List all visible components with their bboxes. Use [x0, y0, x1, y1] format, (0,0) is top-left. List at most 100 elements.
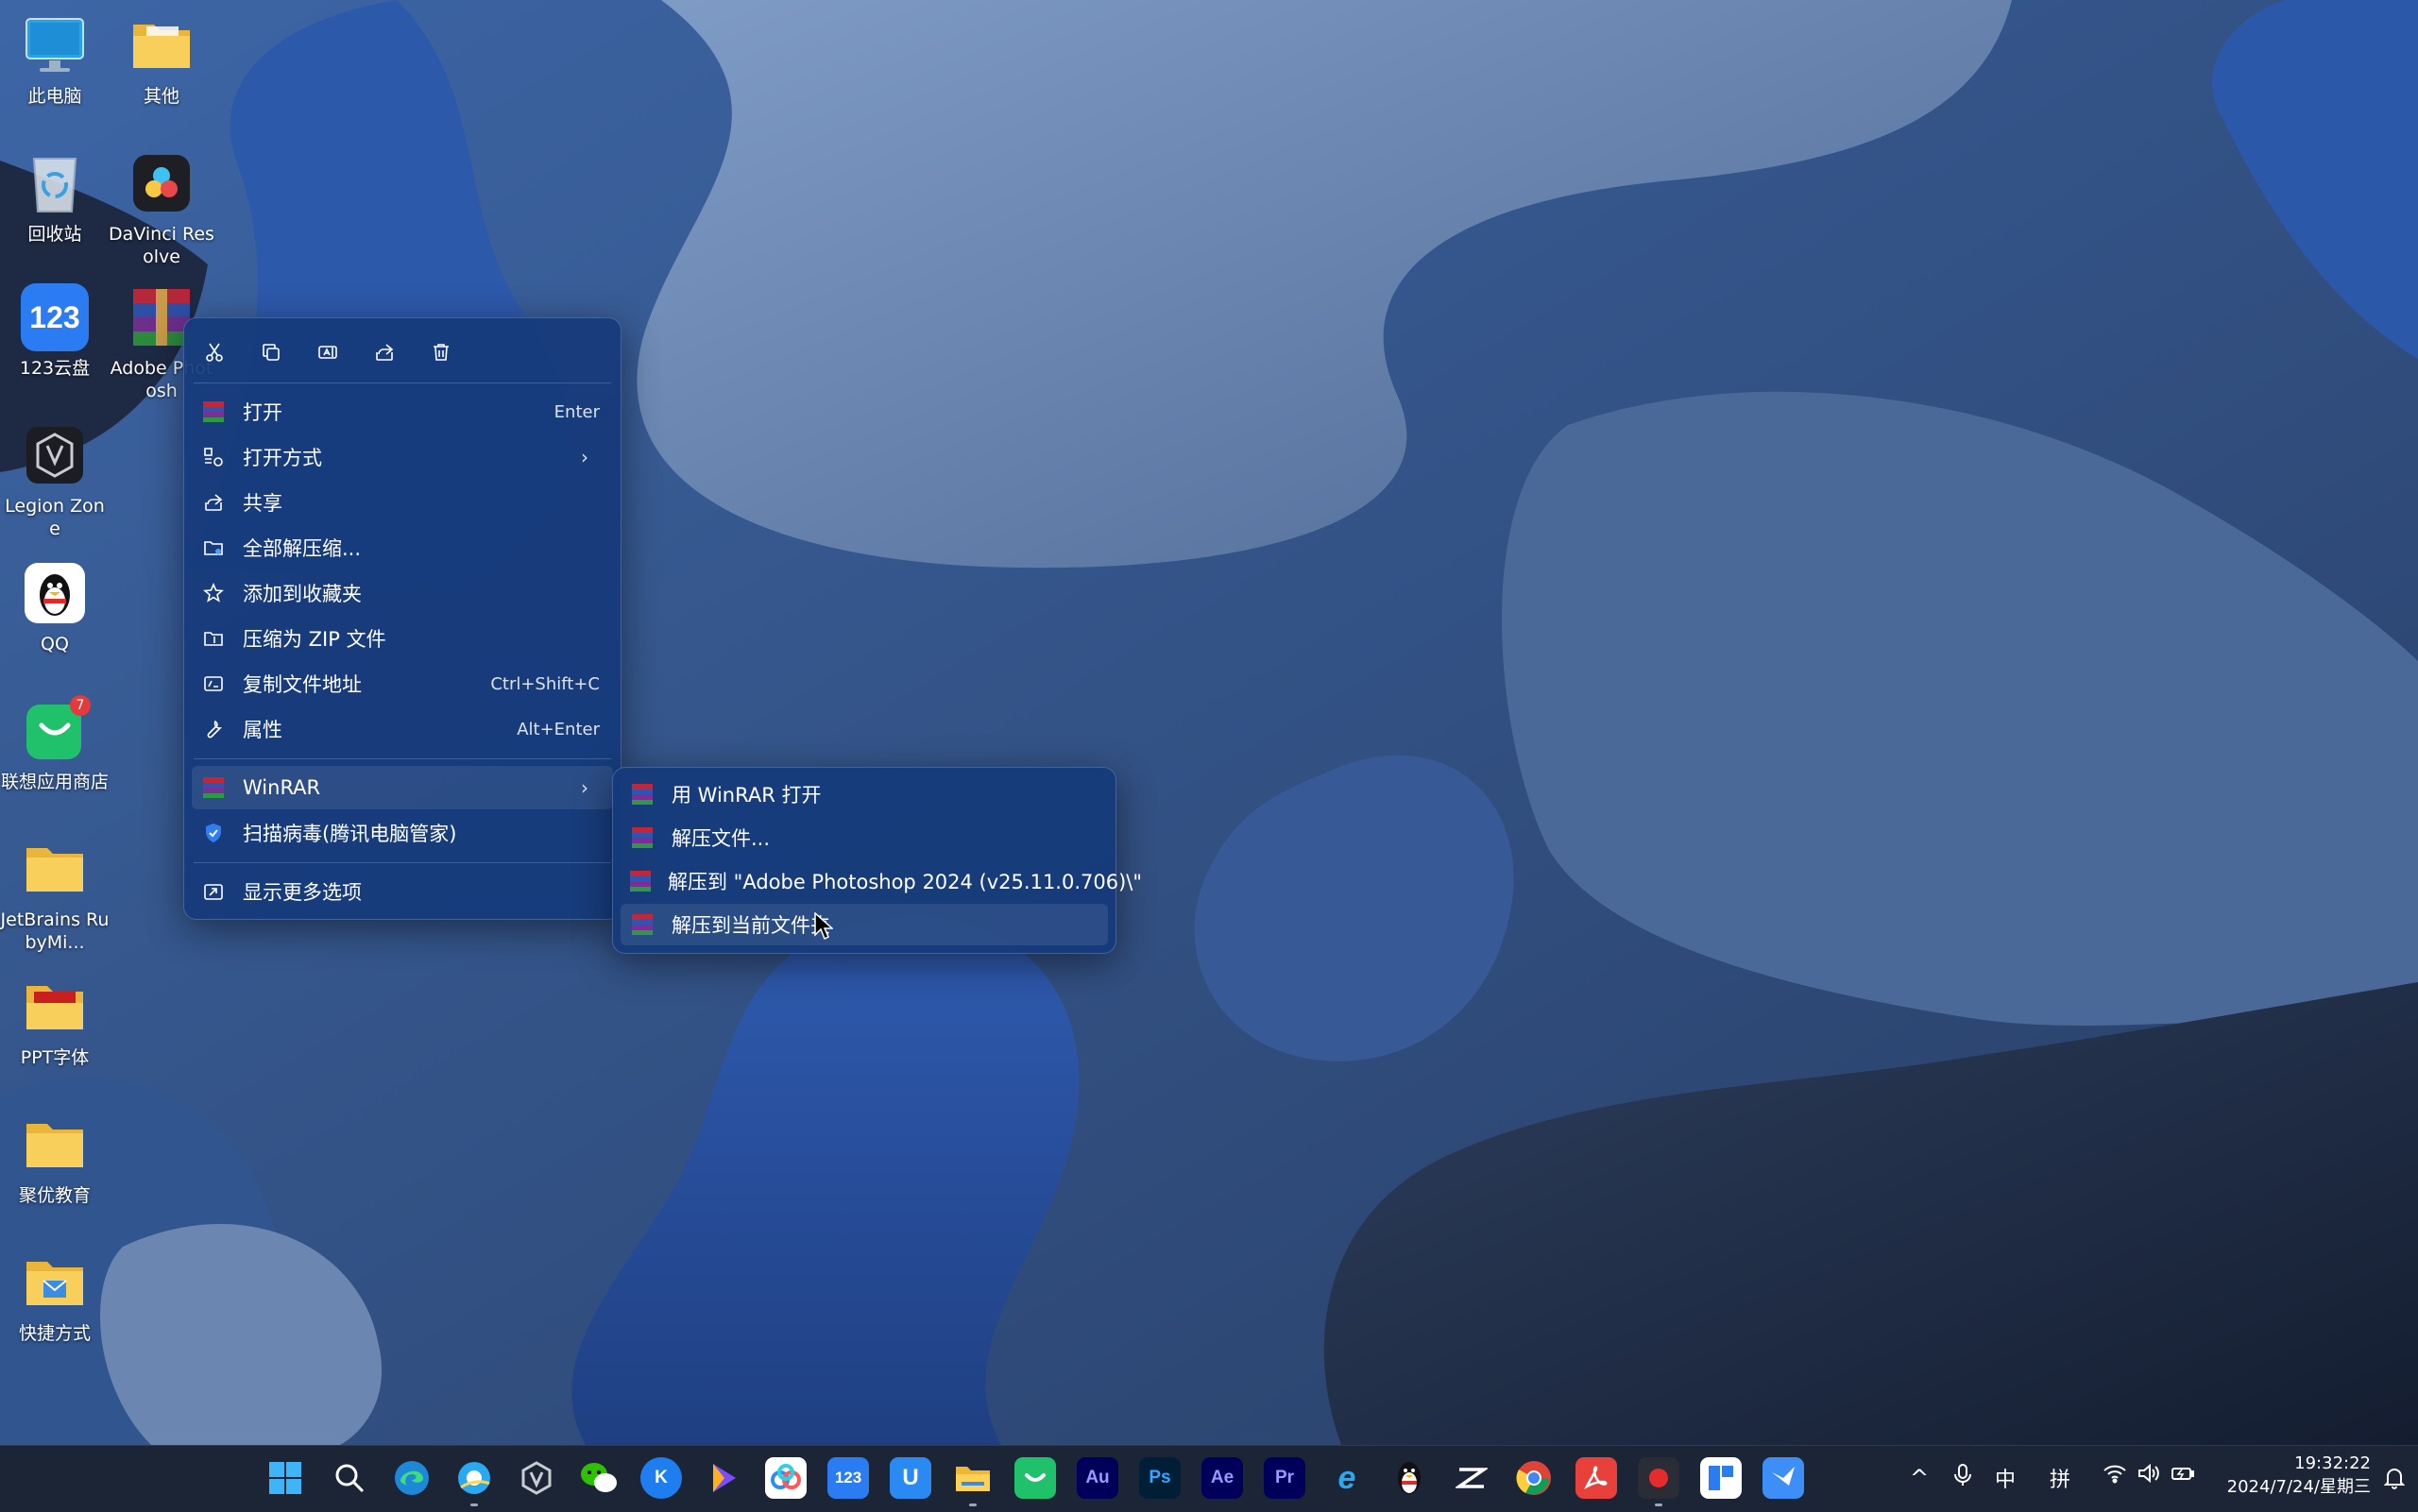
desktop-icon-recycle-bin[interactable]: 回收站: [0, 149, 110, 246]
baidu-netdisk-icon: [771, 1464, 801, 1489]
folder-icon: [21, 835, 89, 903]
desktop-icon-label: 回收站: [27, 224, 82, 245]
submenu-item-extract-files[interactable]: 解压文件...: [621, 817, 1108, 858]
wrench-icon: [207, 720, 223, 739]
menu-item-compress-zip[interactable]: 压缩为 ZIP 文件: [192, 617, 613, 660]
delete-button[interactable]: [424, 335, 458, 369]
app-store-bag-icon: 7: [21, 695, 91, 765]
submenu-item-open-with-winrar[interactable]: 用 WinRAR 打开: [621, 773, 1108, 815]
desktop-icon-other-folder[interactable]: 其他: [107, 11, 216, 108]
desktop-icon-lenovo-store[interactable]: 7 联想应用商店: [0, 695, 110, 793]
taskbar-app-lenovo-store[interactable]: [1014, 1457, 1056, 1499]
clock-time: 19:32:22: [2294, 1453, 2371, 1473]
taskbar-app-edge[interactable]: [391, 1457, 433, 1499]
desktop-icon-this-pc[interactable]: 此电脑: [0, 11, 110, 108]
taskbar-app-capcut[interactable]: [1451, 1457, 1492, 1499]
submenu-item-extract-here[interactable]: 解压到当前文件夹: [621, 904, 1108, 945]
menu-separator: [194, 382, 611, 383]
taskbar-app-qq-browser[interactable]: [453, 1457, 495, 1506]
menu-item-label: 扫描病毒(腾讯电脑管家): [243, 823, 457, 845]
chevron-right-icon: ›: [581, 446, 588, 468]
desktop-icon-davinci[interactable]: DaVinci Resolve: [107, 149, 216, 268]
taskbar-app-123yun[interactable]: 123: [827, 1457, 869, 1499]
wifi-icon: [2103, 1465, 2126, 1484]
submenu-item-extract-to-folder[interactable]: 解压到 "Adobe Photoshop 2024 (v25.11.0.706)…: [621, 860, 1142, 902]
taskbar-search-button[interactable]: [329, 1457, 370, 1499]
taskbar-start-button[interactable]: [264, 1457, 306, 1499]
menu-item-open-with[interactable]: 打开方式 ›: [192, 435, 613, 479]
taskbar-app-acrobat[interactable]: [1575, 1457, 1617, 1499]
desktop-icon-qq[interactable]: QQ: [0, 559, 110, 655]
tray-ime-language[interactable]: 中: [1995, 1463, 2016, 1493]
qq-penguin-icon: [1398, 1462, 1421, 1494]
taskbar-app-todesk[interactable]: [1700, 1457, 1742, 1499]
menu-item-virus-scan[interactable]: 扫描病毒(腾讯电脑管家): [192, 811, 613, 855]
cut-button[interactable]: [197, 335, 231, 369]
tray-overflow-chevron[interactable]: ^: [1910, 1465, 1929, 1491]
tray-network-volume-battery[interactable]: [2103, 1463, 2195, 1484]
taskbar-app-chrome[interactable]: [1513, 1457, 1555, 1499]
notification-bell-icon: [2383, 1469, 2406, 1489]
taskbar-app-baidu-netdisk[interactable]: [765, 1457, 807, 1499]
running-indicator: [470, 1504, 478, 1506]
edge-icon: [395, 1461, 429, 1495]
extract-all-icon: [204, 541, 223, 555]
taskbar-app-kugou[interactable]: K: [640, 1457, 682, 1499]
cloud-drive-123-icon: 123: [834, 1469, 862, 1487]
taskbar-app-wechat[interactable]: [578, 1457, 620, 1499]
copy-button[interactable]: [254, 335, 288, 369]
taskbar-app-legion[interactable]: [516, 1457, 557, 1499]
taskbar-app-premiere[interactable]: Pr: [1264, 1457, 1305, 1499]
desktop-icon-ppt-fonts[interactable]: PPT字体: [0, 973, 110, 1069]
taskbar-app-audition[interactable]: Au: [1077, 1457, 1118, 1499]
qq-browser-icon: [458, 1462, 490, 1494]
desktop-icon-shortcuts[interactable]: 快捷方式: [0, 1249, 110, 1345]
menu-item-shortcut: Ctrl+Shift+C: [490, 673, 600, 694]
menu-item-label: 解压到当前文件夹: [672, 914, 830, 937]
taskbar-app-file-explorer[interactable]: [952, 1457, 994, 1506]
legion-zone-icon: [521, 1461, 552, 1495]
taskbar-clock[interactable]: 19:32:22 2024/7/24/星期三: [2227, 1452, 2371, 1499]
menu-item-add-favorites[interactable]: 添加到收藏夹: [192, 571, 613, 615]
menu-item-extract-all[interactable]: 全部解压缩...: [192, 526, 613, 569]
taskbar-app-photoshop[interactable]: Ps: [1139, 1457, 1181, 1499]
menu-item-show-more-options[interactable]: 显示更多选项: [192, 870, 613, 913]
winrar-submenu: 用 WinRAR 打开 解压文件... 解压到 "Adobe Photoshop…: [612, 767, 1142, 954]
taskbar-app-feishu[interactable]: [1762, 1457, 1804, 1499]
taskbar: K 123 U Au Ps Ae Pr e ^ 中 拼 19:32:22 202…: [0, 1445, 2418, 1512]
menu-item-label: 共享: [243, 492, 282, 515]
app-store-bag-icon: [1025, 1473, 1046, 1482]
menu-item-open[interactable]: 打开 Enter: [192, 390, 613, 433]
context-menu: 打开 Enter 打开方式 › 共享 全部解压缩... 添加到收藏夹 压缩为 Z…: [183, 317, 622, 920]
desktop-icon-label: PPT字体: [20, 1047, 90, 1068]
menu-separator: [194, 758, 611, 759]
menu-item-label: 全部解压缩...: [243, 537, 362, 560]
taskbar-app-recorder[interactable]: [1638, 1457, 1679, 1506]
winrar-icon: [632, 784, 653, 805]
menu-item-label: 解压到 "Adobe Photoshop 2024 (v25.11.0.706)…: [668, 871, 1143, 893]
taskbar-app-after-effects[interactable]: Ae: [1201, 1457, 1243, 1499]
share-button[interactable]: [367, 335, 401, 369]
desktop-icon-jetbrains-rubymine[interactable]: JetBrains RubyMi...: [0, 835, 110, 954]
taskbar-app-u[interactable]: U: [890, 1457, 931, 1499]
taskbar-app-qq[interactable]: [1388, 1457, 1430, 1499]
menu-item-winrar[interactable]: WinRAR ›: [192, 766, 613, 809]
folder-icon: [128, 11, 196, 79]
menu-item-copy-path[interactable]: 复制文件地址 Ctrl+Shift+C: [192, 662, 613, 705]
open-with-icon: [204, 448, 223, 467]
taskbar-app-ie[interactable]: e: [1326, 1457, 1368, 1499]
menu-item-share[interactable]: 共享: [192, 481, 613, 524]
tray-ime-mode[interactable]: 拼: [2050, 1463, 2070, 1493]
desktop-icon-juyou-edu[interactable]: 聚优教育: [0, 1111, 110, 1207]
tray-microphone[interactable]: [1953, 1463, 1972, 1493]
taskbar-app-video-editor[interactable]: [703, 1457, 744, 1499]
menu-item-label: 显示更多选项: [243, 881, 362, 904]
menu-item-label: 解压文件...: [672, 827, 771, 850]
desktop-icon-123yun[interactable]: 123 123云盘: [0, 283, 110, 380]
file-explorer-icon: [956, 1467, 990, 1491]
shield-icon: [206, 824, 221, 842]
notification-center-button[interactable]: [2383, 1467, 2406, 1489]
desktop-icon-legion-zone[interactable]: Legion Zone: [0, 421, 110, 540]
menu-item-properties[interactable]: 属性 Alt+Enter: [192, 707, 613, 751]
rename-button[interactable]: [311, 335, 345, 369]
